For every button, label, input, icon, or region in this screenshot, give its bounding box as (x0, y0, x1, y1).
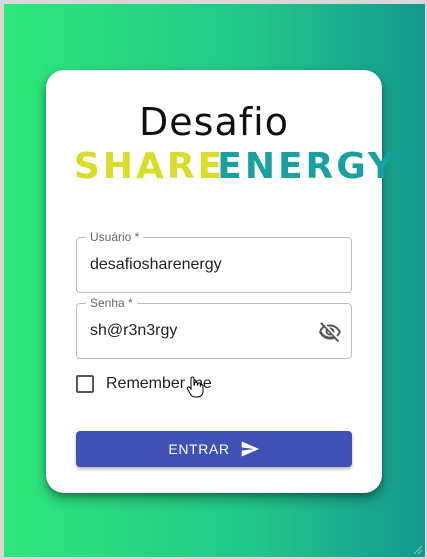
brand-logo: SHAREENERGY (74, 146, 398, 187)
password-input[interactable]: sh@r3n3rgy (90, 322, 177, 340)
login-button[interactable]: ENTRAR (76, 431, 352, 467)
remember-checkbox[interactable] (76, 375, 94, 393)
login-card: Desafio SHAREENERGY Usuário * desafiosha… (46, 70, 394, 493)
username-input[interactable]: desafiosharenergy (90, 256, 222, 274)
username-field[interactable]: Usuário * desafiosharenergy (76, 230, 352, 293)
logo-title: Desafio (139, 100, 289, 144)
brand-logo-energy: ENERGY (217, 146, 398, 187)
page-background: Desafio SHAREENERGY Usuário * desafiosha… (4, 4, 425, 557)
username-label: Usuário * (86, 230, 144, 244)
login-button-label: ENTRAR (168, 441, 230, 457)
resize-handle-icon[interactable] (411, 543, 423, 555)
hand-cursor-icon (186, 376, 204, 398)
password-label: Senha * (86, 296, 137, 310)
brand-logo-share: SHARE (74, 146, 226, 187)
send-icon (241, 441, 259, 457)
eye-off-icon[interactable] (318, 320, 342, 344)
password-field[interactable]: Senha * sh@r3n3rgy (76, 296, 352, 359)
